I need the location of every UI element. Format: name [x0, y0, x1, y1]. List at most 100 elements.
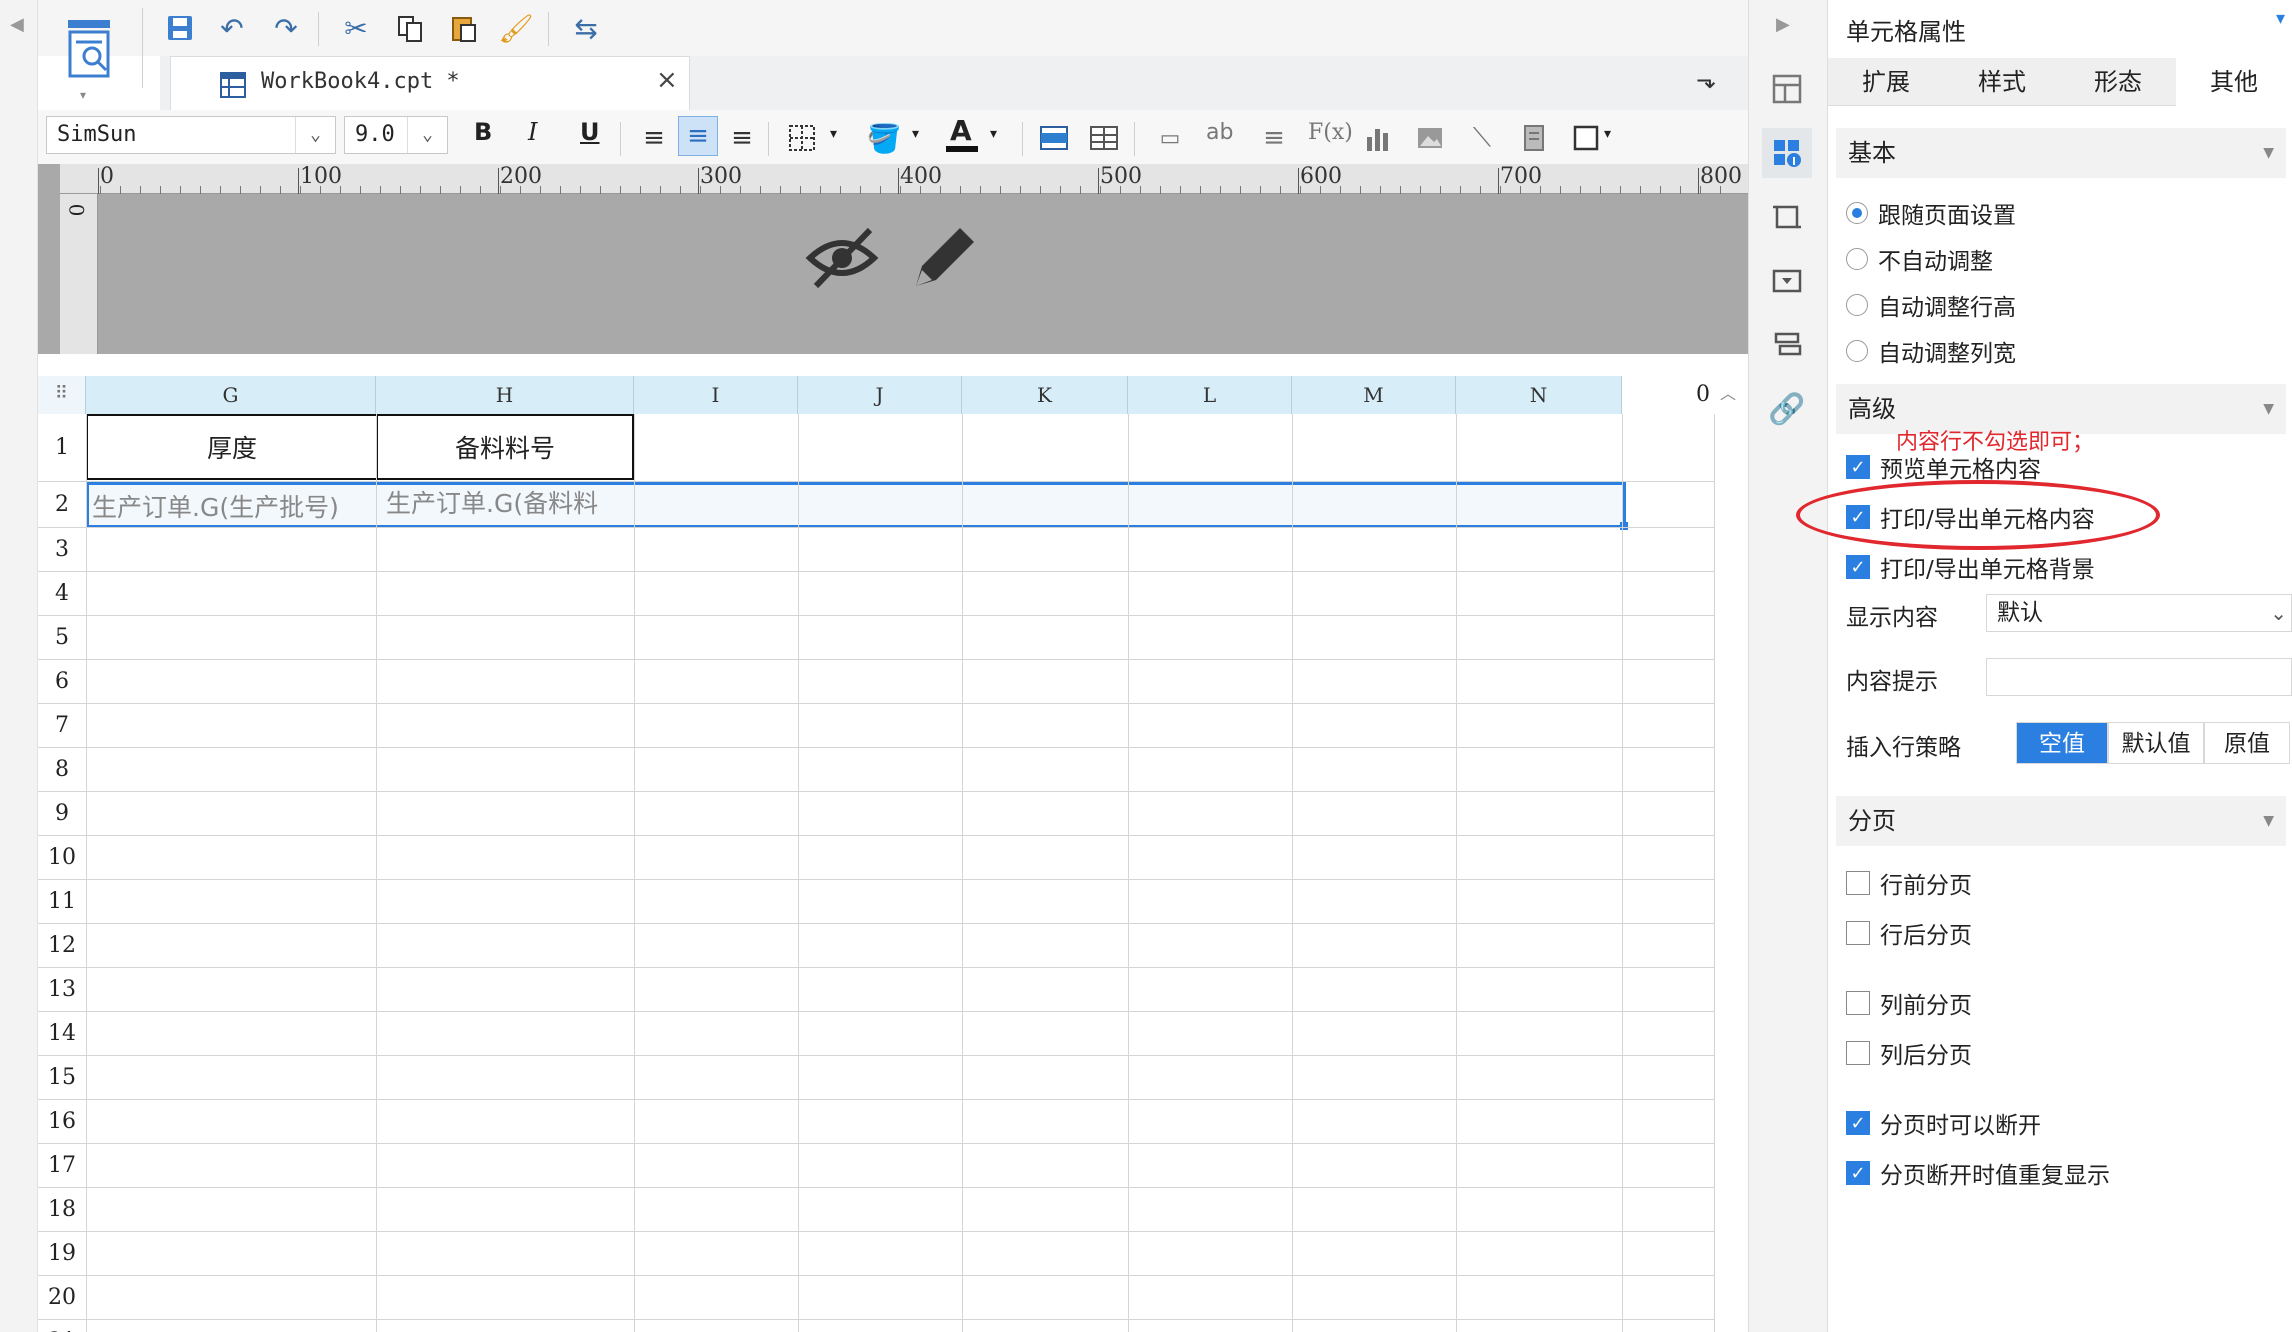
font-size-select[interactable]: 9.0 ⌄ — [344, 116, 448, 154]
content-hint-input[interactable] — [1986, 658, 2292, 696]
paging-checkbox-row[interactable]: 行后分页 — [1846, 916, 1972, 950]
row-header-12[interactable]: 12 — [38, 924, 86, 968]
checkbox[interactable]: ✓ — [1846, 1161, 1870, 1185]
column-header-G[interactable]: G — [86, 376, 376, 414]
paste-icon[interactable] — [444, 8, 484, 48]
column-header-L[interactable]: L — [1128, 376, 1292, 414]
radio-button[interactable] — [1846, 294, 1868, 316]
row-header-14[interactable]: 14 — [38, 1012, 86, 1056]
tab-expand[interactable]: 扩展 — [1828, 58, 1944, 106]
paging-checkbox-row[interactable]: 列前分页 — [1846, 986, 1972, 1020]
section-paging[interactable]: 分页 ▼ — [1836, 796, 2286, 846]
radio-option[interactable]: 不自动调整 — [1846, 242, 1993, 276]
italic-button[interactable]: I — [528, 118, 537, 146]
row-header-13[interactable]: 13 — [38, 968, 86, 1012]
subreport-icon[interactable] — [1514, 118, 1554, 158]
chevron-down-icon[interactable]: ▾ — [1604, 126, 1611, 142]
checkbox[interactable] — [1846, 871, 1870, 895]
save-icon[interactable] — [160, 8, 200, 48]
cell-H1[interactable]: 备料料号 — [376, 414, 634, 480]
font-color-icon[interactable]: A — [944, 112, 980, 156]
column-header-I[interactable]: I — [634, 376, 798, 414]
collapse-icon[interactable]: ▼ — [2263, 796, 2274, 846]
advanced-checkbox-row[interactable]: ✓ 打印/导出单元格内容 — [1846, 500, 2095, 534]
undo-icon[interactable]: ↶ — [212, 8, 252, 48]
fill-color-icon[interactable]: 🪣 — [864, 118, 904, 158]
chevron-down-icon[interactable]: ⌄ — [407, 117, 447, 153]
column-header-H[interactable]: H — [376, 376, 634, 414]
row-header-20[interactable]: 20 — [38, 1276, 86, 1320]
row-header-21[interactable]: 21 — [38, 1320, 86, 1332]
align-center-icon[interactable]: ≡ — [678, 116, 718, 156]
section-basic[interactable]: 基本 ▼ — [1836, 128, 2286, 178]
row-header-8[interactable]: 8 — [38, 748, 86, 792]
chevron-down-icon[interactable]: ⌄ — [295, 117, 335, 153]
edit-pencil-icon[interactable] — [906, 220, 982, 296]
chart-icon[interactable] — [1358, 118, 1398, 158]
cell-G2[interactable]: 生产订单.G(生产批号) — [92, 488, 376, 524]
tab-form[interactable]: 形态 — [2060, 58, 2176, 106]
cut-icon[interactable]: ✂ — [336, 8, 376, 48]
advanced-checkbox-row[interactable]: ✓ 打印/导出单元格背景 — [1846, 550, 2095, 584]
copy-icon[interactable] — [390, 8, 430, 48]
row-header-18[interactable]: 18 — [38, 1188, 86, 1232]
row-header-19[interactable]: 19 — [38, 1232, 86, 1276]
radio-button[interactable] — [1846, 340, 1868, 362]
redo-icon[interactable]: ↷ — [266, 8, 306, 48]
row-header-11[interactable]: 11 — [38, 880, 86, 924]
close-tab-icon[interactable]: × — [656, 65, 678, 95]
bold-button[interactable]: B — [474, 118, 492, 146]
paging-checkbox-row[interactable]: 行前分页 — [1846, 866, 1972, 900]
merge-cell-icon[interactable] — [1034, 118, 1074, 158]
template-preview-button[interactable] — [62, 14, 118, 88]
slash-icon[interactable]: ⟍ — [1462, 118, 1502, 158]
scroll-up-icon[interactable]: ︿ — [1720, 380, 1736, 404]
expand-right-icon[interactable]: ▶ — [1776, 14, 1790, 35]
row-header-16[interactable]: 16 — [38, 1100, 86, 1144]
split-cell-icon[interactable] — [1084, 118, 1124, 158]
paging-checkbox-row[interactable]: ✓ 分页时可以断开 — [1846, 1106, 2041, 1140]
border-icon[interactable] — [782, 118, 822, 158]
row-header-9[interactable]: 9 — [38, 792, 86, 836]
radio-button[interactable] — [1846, 248, 1868, 270]
row-header-17[interactable]: 17 — [38, 1144, 86, 1188]
checkbox[interactable]: ✓ — [1846, 555, 1870, 579]
hide-eye-icon[interactable] — [804, 220, 880, 296]
row-header-4[interactable]: 4 — [38, 572, 86, 616]
row-header-2[interactable]: 2 — [38, 482, 86, 528]
insert-policy-option[interactable]: 空值 — [2016, 722, 2108, 764]
row-header-10[interactable]: 10 — [38, 836, 86, 880]
align-right-icon[interactable]: ≡ — [722, 118, 762, 158]
collapse-left-icon[interactable]: ◀ — [10, 14, 24, 35]
checkbox[interactable]: ✓ — [1846, 505, 1870, 529]
dropdown-widget-icon[interactable] — [1762, 256, 1812, 306]
row-header-6[interactable]: 6 — [38, 660, 86, 704]
panel-pin-icon[interactable]: ▾ — [2276, 8, 2285, 29]
tab-other[interactable]: 其他 — [2176, 58, 2292, 106]
paragraph-icon[interactable]: ≡ — [1254, 118, 1294, 158]
row-header-1[interactable]: 1 — [38, 414, 86, 482]
crop-icon[interactable] — [1762, 192, 1812, 242]
radio-button[interactable] — [1846, 202, 1868, 224]
radio-option[interactable]: 跟随页面设置 — [1846, 196, 2016, 230]
format-painter-icon[interactable]: 🖌 — [496, 8, 536, 48]
tab-workbook4[interactable]: WorkBook4.cpt * × — [170, 56, 690, 110]
insert-policy-option[interactable]: 原值 — [2204, 722, 2290, 764]
image-icon[interactable] — [1410, 118, 1450, 158]
cell-attribute-icon[interactable] — [1762, 128, 1812, 178]
column-header-K[interactable]: K — [962, 376, 1128, 414]
row-header-15[interactable]: 15 — [38, 1056, 86, 1100]
paging-checkbox-row[interactable]: ✓ 分页断开时值重复显示 — [1846, 1156, 2110, 1190]
frame-icon[interactable] — [1566, 118, 1606, 158]
chevron-down-icon[interactable]: ▾ — [912, 126, 919, 142]
chevron-down-icon[interactable]: ▾ — [990, 126, 997, 142]
text-icon[interactable]: ab — [1206, 120, 1233, 145]
radio-option[interactable]: 自动调整行高 — [1846, 288, 2016, 322]
link-icon[interactable]: 🔗 — [1762, 384, 1812, 434]
insert-policy-option[interactable]: 默认值 — [2108, 722, 2204, 764]
checkbox[interactable] — [1846, 921, 1870, 945]
cell-H2[interactable]: 生产订单.G(备料料 — [386, 484, 632, 524]
preview-dropdown-icon[interactable]: ▾ — [80, 88, 86, 102]
layers-icon[interactable] — [1762, 320, 1812, 370]
underline-button[interactable]: U — [580, 118, 600, 146]
